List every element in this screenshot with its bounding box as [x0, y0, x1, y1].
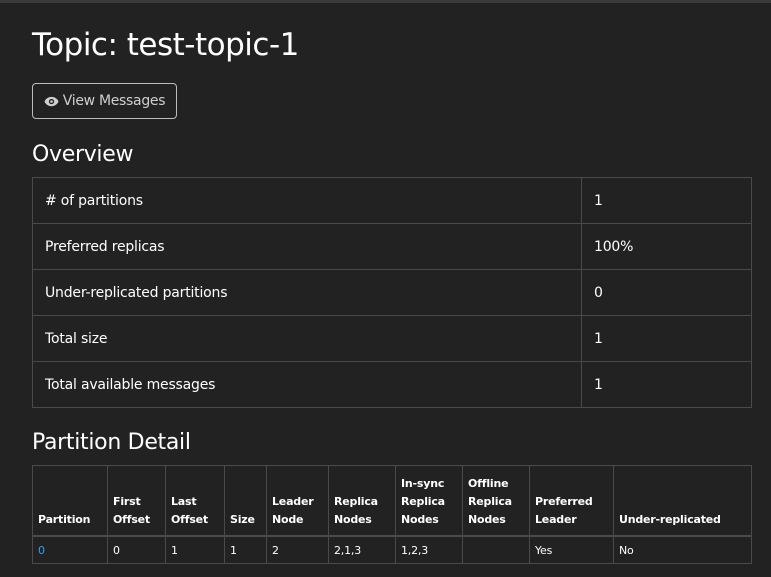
col-header-replica-nodes: Replica Nodes [328, 465, 396, 537]
partition-cell: 0 [32, 535, 108, 564]
overview-label: Under-replicated partitions [32, 269, 582, 316]
overview-row: # of partitions 1 [32, 177, 752, 224]
overview-label: # of partitions [32, 177, 582, 224]
col-header-leader-node: Leader Node [266, 465, 329, 537]
overview-value: 100% [581, 223, 752, 270]
overview-label: Total available messages [32, 361, 582, 408]
offline-replica-nodes-cell [462, 535, 530, 564]
first-offset-cell: 0 [107, 535, 166, 564]
col-header-last-offset: Last Offset [165, 465, 225, 537]
partition-link[interactable]: 0 [38, 544, 45, 557]
top-divider [0, 0, 771, 3]
preferred-leader-cell: Yes [529, 535, 614, 564]
overview-value: 1 [581, 361, 752, 408]
overview-value: 0 [581, 269, 752, 316]
view-messages-button[interactable]: View Messages [32, 83, 177, 119]
col-header-first-offset: First Offset [107, 465, 166, 537]
overview-value: 1 [581, 315, 752, 362]
in-sync-replica-nodes-cell: 1,2,3 [395, 535, 463, 564]
overview-value: 1 [581, 177, 752, 224]
leader-node-cell: 2 [266, 535, 329, 564]
col-header-size: Size [224, 465, 267, 537]
overview-row: Total size 1 [32, 315, 752, 362]
under-replicated-cell: No [613, 535, 752, 564]
col-header-partition: Partition [32, 465, 108, 537]
table-row: 0 0 1 1 2 2,1,3 1,2,3 Yes No [32, 535, 752, 564]
size-cell: 1 [224, 535, 267, 564]
overview-row: Preferred replicas 100% [32, 223, 752, 270]
overview-table: # of partitions 1 Preferred replicas 100… [32, 177, 752, 408]
overview-row: Under-replicated partitions 0 [32, 269, 752, 316]
partition-detail-table: Partition First Offset Last Offset Size Le… [32, 465, 752, 564]
page-title: Topic: test-topic-1 [32, 27, 299, 63]
last-offset-cell: 1 [165, 535, 225, 564]
partition-detail-heading: Partition Detail [32, 430, 191, 455]
overview-label: Total size [32, 315, 582, 362]
col-header-under-replicated: Under-replicated [613, 465, 752, 537]
overview-label: Preferred replicas [32, 223, 582, 270]
eye-icon [44, 96, 59, 107]
col-header-in-sync-replica-nodes: In-sync Replica Nodes [395, 465, 463, 537]
replica-nodes-cell: 2,1,3 [328, 535, 396, 564]
overview-heading: Overview [32, 142, 134, 167]
view-messages-label: View Messages [62, 93, 166, 109]
col-header-offline-replica-nodes: Offline Replica Nodes [462, 465, 530, 537]
col-header-preferred-leader: Preferred Leader [529, 465, 614, 537]
partition-header-row: Partition First Offset Last Offset Size Le… [32, 465, 752, 537]
overview-row: Total available messages 1 [32, 361, 752, 408]
